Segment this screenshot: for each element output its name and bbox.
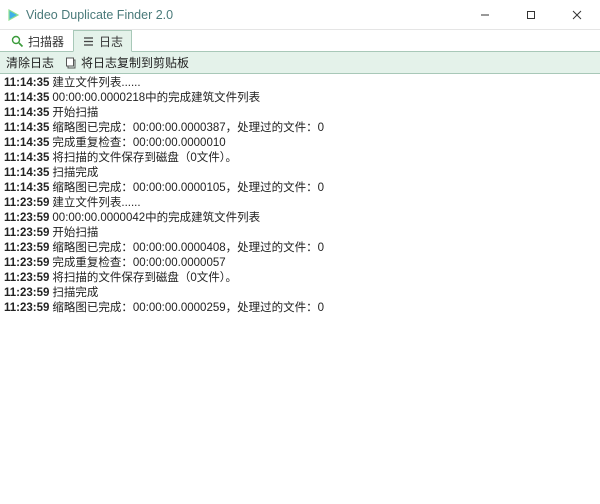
log-row: 11:14:35将扫描的文件保存到磁盘（0文件）。 [4,151,596,166]
log-row: 11:23:59将扫描的文件保存到磁盘（0文件）。 [4,271,596,286]
log-timestamp: 11:23:59 [4,241,49,256]
log-timestamp: 11:23:59 [4,196,49,211]
log-message: 开始扫描 [52,106,98,121]
tab-scanner[interactable]: 扫描器 [2,30,73,52]
maximize-button[interactable] [508,0,554,29]
log-row: 11:23:59扫描完成 [4,286,596,301]
copy-log-label: 将日志复制到剪贴板 [81,54,189,71]
log-row: 11:23:59完成重复检查：00:00:00.0000057 [4,256,596,271]
log-message: 缩略图已完成：00:00:00.0000105，处理过的文件：0 [52,181,324,196]
log-row: 11:14:35扫描完成 [4,166,596,181]
log-message: 完成重复检查：00:00:00.0000010 [52,136,225,151]
log-row: 11:14:35建立文件列表...... [4,76,596,91]
tab-strip: 扫描器 日志 [0,30,600,52]
log-row: 11:23:5900:00:00.0000042中的完成建筑文件列表 [4,211,596,226]
log-timestamp: 11:23:59 [4,226,49,241]
log-timestamp: 11:14:35 [4,136,49,151]
log-row: 11:14:35完成重复检查：00:00:00.0000010 [4,136,596,151]
log-timestamp: 11:14:35 [4,151,49,166]
window-controls [462,0,600,29]
title-bar-left: Video Duplicate Finder 2.0 [6,8,173,22]
close-button[interactable] [554,0,600,29]
log-timestamp: 11:23:59 [4,256,49,271]
log-timestamp: 11:23:59 [4,271,49,286]
clear-log-button[interactable]: 清除日志 [6,54,54,71]
log-message: 00:00:00.0000042中的完成建筑文件列表 [52,211,260,226]
log-message: 扫描完成 [52,166,98,181]
log-message: 缩略图已完成：00:00:00.0000408，处理过的文件：0 [52,241,324,256]
log-timestamp: 11:14:35 [4,121,49,136]
tab-scanner-label: 扫描器 [28,33,64,50]
app-logo-icon [6,8,20,22]
log-message: 00:00:00.0000218中的完成建筑文件列表 [52,91,260,106]
tab-log[interactable]: 日志 [73,30,132,52]
log-row: 11:14:35缩略图已完成：00:00:00.0000105，处理过的文件：0 [4,181,596,196]
log-row: 11:14:35缩略图已完成：00:00:00.0000387，处理过的文件：0 [4,121,596,136]
log-timestamp: 11:14:35 [4,181,49,196]
log-toolbar: 清除日志 将日志复制到剪贴板 [0,52,600,74]
log-message: 缩略图已完成：00:00:00.0000259，处理过的文件：0 [52,301,324,316]
log-timestamp: 11:14:35 [4,166,49,181]
scanner-icon [11,35,24,48]
log-message: 扫描完成 [52,286,98,301]
title-bar: Video Duplicate Finder 2.0 [0,0,600,30]
copy-log-button[interactable]: 将日志复制到剪贴板 [64,54,189,71]
log-timestamp: 11:23:59 [4,211,49,226]
log-message: 建立文件列表...... [52,76,140,91]
log-message: 开始扫描 [52,226,98,241]
clear-log-label: 清除日志 [6,54,54,71]
log-row: 11:14:35开始扫描 [4,106,596,121]
minimize-button[interactable] [462,0,508,29]
log-timestamp: 11:14:35 [4,76,49,91]
log-message: 将扫描的文件保存到磁盘（0文件）。 [52,151,237,166]
log-message: 将扫描的文件保存到磁盘（0文件）。 [52,271,237,286]
log-row: 11:23:59缩略图已完成：00:00:00.0000259，处理过的文件：0 [4,301,596,316]
log-message: 完成重复检查：00:00:00.0000057 [52,256,225,271]
log-timestamp: 11:23:59 [4,286,49,301]
log-timestamp: 11:14:35 [4,91,49,106]
log-row: 11:23:59建立文件列表...... [4,196,596,211]
tab-log-label: 日志 [99,33,123,50]
log-timestamp: 11:14:35 [4,106,49,121]
log-message: 建立文件列表...... [52,196,140,211]
log-timestamp: 11:23:59 [4,301,49,316]
copy-icon [64,56,77,69]
log-list-icon [82,35,95,48]
log-message: 缩略图已完成：00:00:00.0000387，处理过的文件：0 [52,121,324,136]
window-title: Video Duplicate Finder 2.0 [26,8,173,22]
log-row: 11:23:59开始扫描 [4,226,596,241]
log-row: 11:14:3500:00:00.0000218中的完成建筑文件列表 [4,91,596,106]
log-row: 11:23:59缩略图已完成：00:00:00.0000408，处理过的文件：0 [4,241,596,256]
log-output[interactable]: 11:14:35建立文件列表......11:14:3500:00:00.000… [0,74,600,504]
